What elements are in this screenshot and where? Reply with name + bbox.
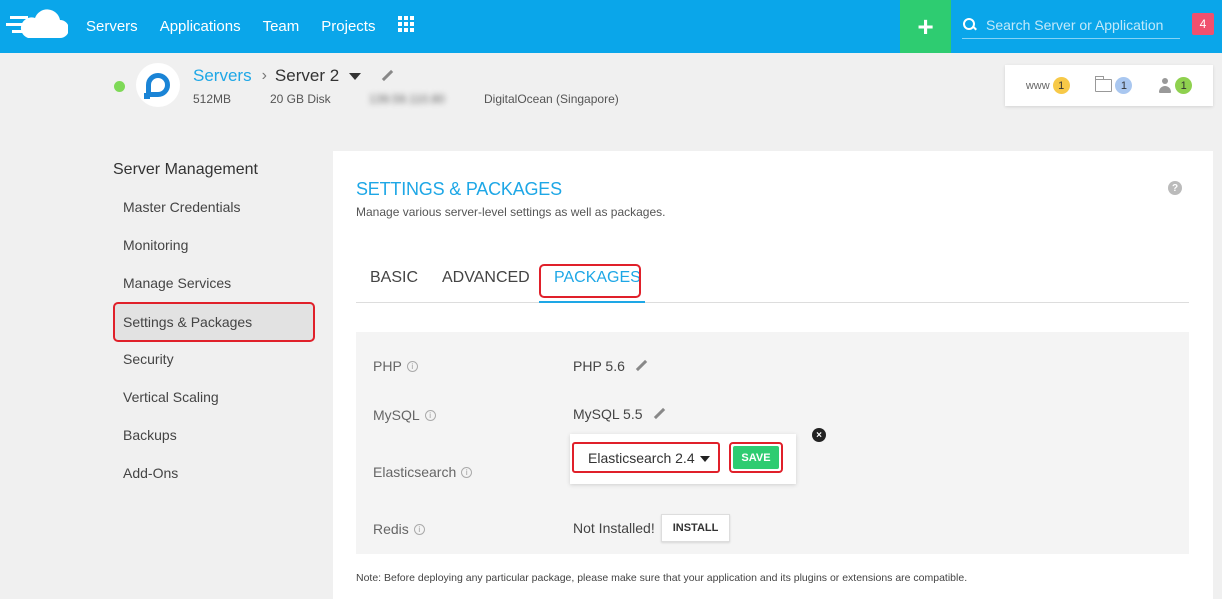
elasticsearch-row-label: Elasticsearch i (373, 464, 473, 480)
search-icon (962, 17, 978, 33)
settings-tabs: BASIC ADVANCED PACKAGES (356, 261, 1189, 303)
help-icon[interactable]: ? (1168, 181, 1182, 195)
close-icon[interactable]: × (812, 428, 826, 442)
stat-users[interactable]: 1 (1158, 77, 1193, 94)
php-row-label: PHP i (373, 358, 418, 374)
info-icon[interactable]: i (461, 466, 473, 478)
elasticsearch-selected-version: Elasticsearch 2.4 (588, 449, 695, 466)
search-bar (962, 11, 1180, 39)
install-redis-button[interactable]: INSTALL (660, 514, 731, 542)
edit-server-name-icon[interactable] (381, 70, 393, 82)
www-label: www (1025, 79, 1050, 92)
edit-php-icon[interactable] (635, 360, 647, 372)
info-icon[interactable]: i (424, 409, 436, 421)
mysql-row-label: MySQL i (373, 407, 436, 423)
sidebar-item-add-ons[interactable]: Add-Ons (113, 454, 315, 492)
save-button[interactable]: SAVE (733, 446, 779, 469)
elasticsearch-version-select[interactable]: Elasticsearch 2.4 (572, 442, 720, 473)
server-provider: DigitalOcean (Singapore) (484, 92, 619, 106)
tab-basic[interactable]: BASIC (370, 269, 418, 287)
sidebar-item-settings-packages[interactable]: Settings & Packages (113, 302, 315, 342)
sidebar-item-monitoring[interactable]: Monitoring (113, 226, 315, 264)
sidebar-title: Server Management (113, 161, 258, 178)
server-ip: 139.59.110.80 (369, 92, 445, 106)
info-icon[interactable]: i (406, 360, 418, 372)
redis-label: Redis (373, 521, 409, 537)
page-title: SETTINGS & PACKAGES (356, 179, 562, 199)
tab-packages-highlight (539, 264, 641, 298)
chevron-down-icon (700, 456, 710, 462)
tab-active-underline (539, 301, 645, 303)
server-disk: 20 GB Disk (270, 92, 331, 106)
add-button[interactable]: + (900, 0, 951, 53)
edit-mysql-icon[interactable] (653, 408, 665, 420)
php-value-cell: PHP 5.6 (573, 358, 647, 374)
info-icon[interactable]: i (413, 523, 425, 535)
apps-grid-icon[interactable] (398, 16, 414, 32)
nav-applications[interactable]: Applications (160, 18, 241, 35)
redis-status: Not Installed! (573, 520, 655, 536)
breadcrumb-separator-icon: › (261, 67, 267, 84)
server-stats-card: www 1 1 1 (1005, 65, 1213, 106)
users-count-badge: 1 (1175, 77, 1193, 94)
breadcrumb-servers-link[interactable]: Servers (193, 66, 252, 86)
mysql-label: MySQL (373, 407, 420, 423)
folder-icon (1095, 76, 1113, 92)
php-label: PHP (373, 358, 402, 374)
stat-applications[interactable]: www 1 (1026, 77, 1070, 94)
provider-logo (136, 63, 180, 107)
notification-badge[interactable]: 4 (1192, 13, 1214, 35)
cloudways-logo[interactable] (6, 8, 68, 44)
sidebar-item-master-credentials[interactable]: Master Credentials (113, 188, 315, 226)
redis-row-label: Redis i (373, 521, 425, 537)
mysql-value-cell: MySQL 5.5 (573, 406, 665, 422)
nav-projects[interactable]: Projects (321, 18, 375, 35)
server-ram: 512MB (193, 92, 232, 106)
folders-count-badge: 1 (1115, 77, 1133, 94)
elasticsearch-label: Elasticsearch (373, 464, 457, 480)
sidebar-item-security[interactable]: Security (113, 340, 315, 378)
settings-panel: SETTINGS & PACKAGES Manage various serve… (333, 151, 1213, 599)
server-name: Server 2 (274, 66, 340, 85)
nav-servers[interactable]: Servers (86, 18, 138, 35)
search-input[interactable] (986, 16, 1176, 33)
save-button-highlight: SAVE (729, 442, 783, 473)
user-icon (1158, 77, 1172, 94)
digitalocean-icon (144, 73, 170, 99)
mysql-version: MySQL 5.5 (573, 406, 643, 422)
php-version: PHP 5.6 (573, 358, 625, 374)
redis-value-cell: Not Installed! INSTALL (573, 514, 731, 542)
packages-list: PHP i PHP 5.6 MySQL i MySQL 5.5 Elastics… (356, 332, 1189, 554)
top-navbar: Servers Applications Team Projects + 4 (0, 0, 1222, 53)
sidebar-item-backups[interactable]: Backups (113, 416, 315, 454)
applications-count-badge: 1 (1052, 77, 1070, 94)
compatibility-note: Note: Before deploying any particular pa… (356, 572, 968, 584)
server-status-indicator (114, 81, 125, 92)
breadcrumb: Servers › Server 2 (193, 66, 393, 86)
page-subtitle: Manage various server-level settings as … (356, 205, 666, 219)
stat-folders[interactable]: 1 (1095, 76, 1133, 94)
server-switch-dropdown-icon[interactable] (349, 72, 362, 80)
nav-team[interactable]: Team (263, 18, 300, 35)
tab-advanced[interactable]: ADVANCED (442, 269, 530, 287)
sidebar-item-vertical-scaling[interactable]: Vertical Scaling (113, 378, 315, 416)
sidebar-item-manage-services[interactable]: Manage Services (113, 264, 315, 302)
elasticsearch-edit-popover: Elasticsearch 2.4 SAVE (570, 434, 796, 484)
